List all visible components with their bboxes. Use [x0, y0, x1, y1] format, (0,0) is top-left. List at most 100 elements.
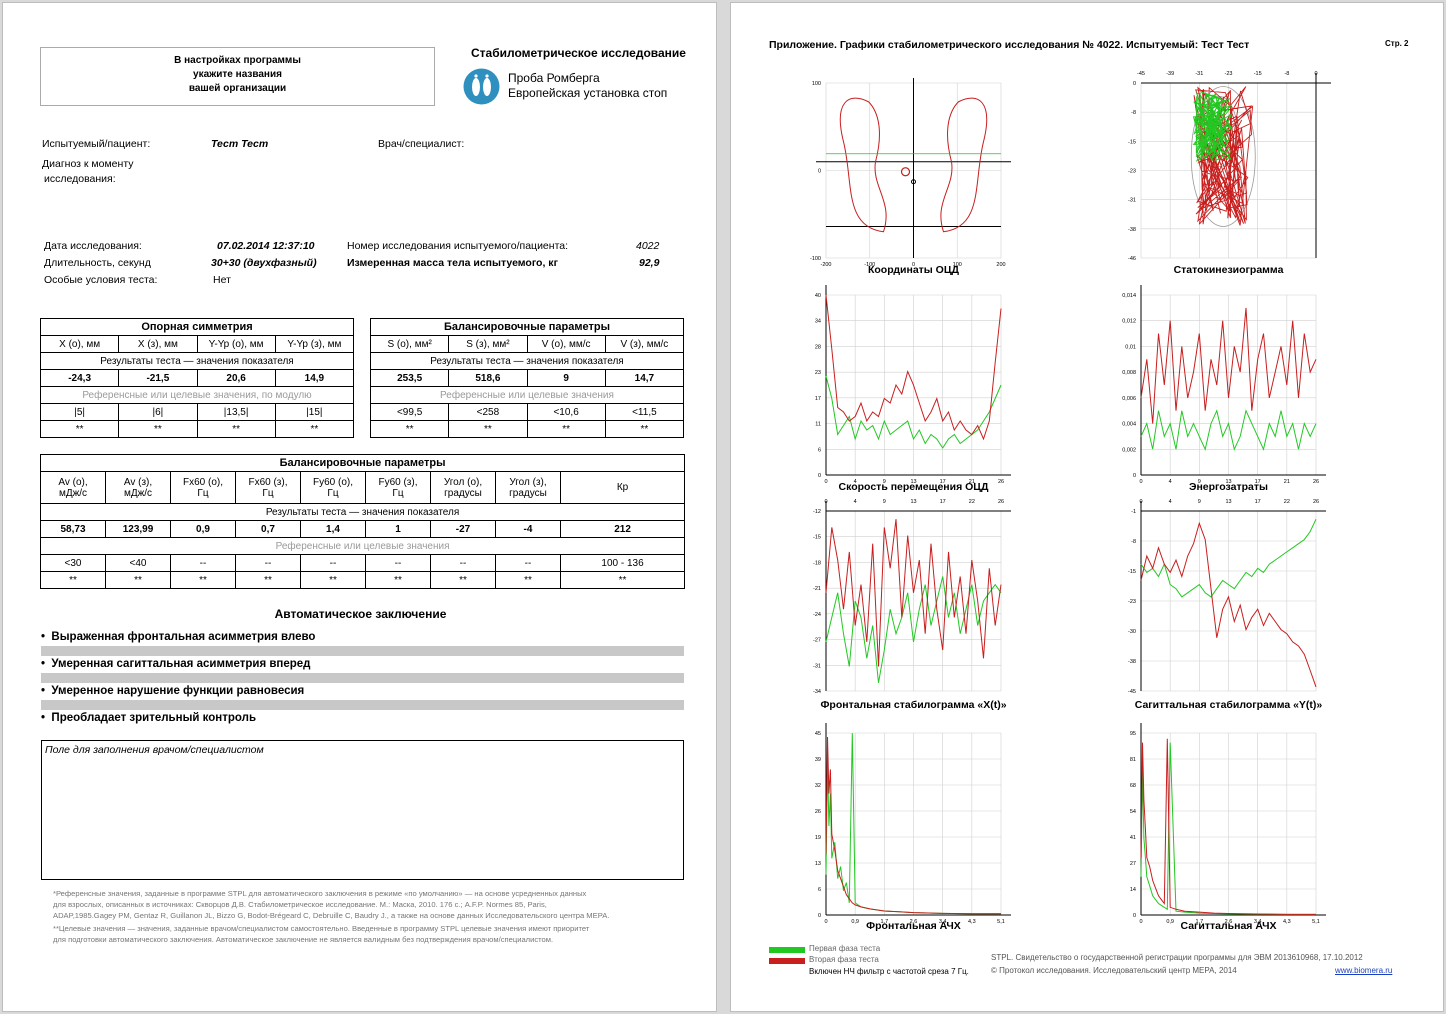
chart-panel	[1140, 285, 1326, 476]
y-tick-label: 0,012	[1122, 319, 1136, 325]
y-tick-label: 40	[815, 293, 821, 299]
result-cell: 0,9	[170, 520, 236, 538]
chart-panel	[1140, 723, 1326, 916]
y-tick-label: 23	[815, 370, 821, 376]
conditions-value: Нет	[213, 274, 231, 286]
diagnosis-label: Диагноз к моменту	[42, 158, 134, 170]
x-tick-label: 13	[910, 499, 916, 505]
ref-cell: --	[365, 554, 431, 572]
x-tick-label: 0,9	[1166, 919, 1174, 925]
x-tick-label: 200	[996, 262, 1005, 268]
mark-cell: **	[40, 571, 106, 589]
chart-title: Сагиттальная АЧХ	[1180, 920, 1276, 932]
footer-copyright: © Протокол исследования. Исследовательск…	[991, 966, 1237, 975]
ref-cell: <10,6	[526, 403, 606, 421]
x-tick-label: 0	[1139, 499, 1142, 505]
chart-panel	[825, 501, 1011, 692]
mark-cell: **	[526, 420, 606, 438]
website-link[interactable]: www.biomera.ru	[1335, 966, 1392, 975]
y-tick-label: 81	[1130, 757, 1136, 763]
y-tick-label: 0	[818, 473, 821, 479]
right-foot-outline	[940, 97, 988, 233]
y-tick-label: 39	[815, 757, 821, 763]
ref-cell: 100 - 136	[559, 554, 686, 572]
mass-value: 92,9	[639, 257, 660, 269]
results-label: Результаты теста — значения показателя	[370, 352, 684, 370]
ref-cell: --	[300, 554, 366, 572]
conclusion-text: Выраженная фронтальная асимметрия влево	[51, 631, 316, 643]
col-header: Угол (о), градусы	[430, 471, 496, 504]
y-tick-label: 0	[1133, 473, 1136, 479]
y-tick-label: -38	[1128, 659, 1136, 665]
ref-cell: --	[495, 554, 561, 572]
y-tick-label: -27	[813, 638, 821, 644]
y-tick-label: -15	[813, 535, 821, 541]
y-tick-label: 0,004	[1122, 422, 1136, 428]
result-cell: 0,7	[235, 520, 301, 538]
result-cell: 518,6	[448, 369, 528, 387]
y-tick-label: 95	[1130, 731, 1136, 737]
y-tick-label: -18	[813, 560, 821, 566]
col-header: Fx60 (о), Гц	[170, 471, 236, 504]
mark-cell: **	[170, 571, 236, 589]
ref-cell: --	[430, 554, 496, 572]
conclusion-title: Автоматическое заключение	[274, 607, 447, 621]
result-cell: 1	[365, 520, 431, 538]
y-tick-label: 14	[1130, 887, 1136, 893]
conclusion-text: Умеренная сагиттальная асимметрия вперед	[51, 658, 311, 670]
y-tick-label: -21	[813, 586, 821, 592]
x-tick-label: 0	[824, 919, 827, 925]
footnote-line: ADAP,1985.Gagey PM, Gentaz R, Guillanon …	[53, 911, 610, 920]
conclusion-item: • Выраженная фронтальная асимметрия влев…	[41, 631, 316, 643]
y-tick-label: 26	[815, 809, 821, 815]
left-foot-outline	[839, 97, 887, 233]
mark-cell: **	[495, 571, 561, 589]
chart-panel	[1140, 73, 1331, 259]
conclusion-text: Умеренное нарушение функции равновесия	[51, 685, 305, 697]
y-tick-label: -8	[1131, 539, 1136, 545]
org-line: вашей организации	[188, 83, 287, 94]
col-header: X (о), мм	[39, 335, 120, 353]
x-tick-label: 9	[883, 499, 886, 505]
x-tick-label: 5,1	[1312, 919, 1320, 925]
mark-cell: **	[274, 420, 355, 438]
ref-cell: |6|	[118, 403, 198, 421]
result-cell: 212	[559, 520, 686, 538]
duration-label: Длительность, секунд	[44, 257, 151, 269]
mark-cell: **	[105, 571, 171, 589]
study-number-label: Номер исследования испытуемого/пациента:	[347, 240, 569, 252]
col-header: V (з), мм/с	[604, 335, 685, 353]
y-tick-label: -38	[1128, 227, 1136, 233]
x-tick-label: 4,3	[968, 919, 976, 925]
y-tick-label: 27	[1130, 861, 1136, 867]
x-tick-label: -45	[1137, 71, 1145, 77]
x-tick-label: 26	[998, 499, 1004, 505]
table-title: Балансировочные параметры	[370, 318, 684, 336]
x-tick-label: 0	[1139, 919, 1142, 925]
y-tick-label: -23	[1128, 169, 1136, 175]
report-page-2: Приложение. Графики стабилометрического …	[730, 2, 1444, 1012]
result-cell: -24,3	[39, 369, 120, 387]
chart-panel	[825, 285, 1011, 476]
chart-title: Сагиттальная стабилограмма «Y(t)»	[1135, 699, 1323, 711]
y-tick-label: 68	[1130, 783, 1136, 789]
date-label: Дата исследования:	[44, 240, 142, 252]
legend-phase1-label: Первая фаза теста	[809, 944, 881, 953]
y-tick-label: 45	[815, 731, 821, 737]
y-tick-label: -45	[1128, 689, 1136, 695]
filter-note: Включен НЧ фильтр с частотой среза 7 Гц.	[809, 967, 969, 976]
result-cell: 14,7	[604, 369, 685, 387]
ref-cell: <11,5	[604, 403, 685, 421]
x-tick-label: 4	[1169, 499, 1172, 505]
col-header: Av (з), мДж/с	[105, 471, 171, 504]
y-tick-label: 0,014	[1122, 293, 1136, 299]
result-cell: 1,4	[300, 520, 366, 538]
x-tick-label: 26	[1313, 499, 1319, 505]
chart-title: Статокинезиограмма	[1174, 264, 1284, 276]
col-header: S (о), мм²	[369, 335, 450, 353]
y-tick-label: 0	[818, 169, 821, 175]
doctor-notes-field[interactable]: Поле для заполнения врачом/специалистом	[41, 740, 684, 880]
y-tick-label: 0,008	[1122, 370, 1136, 376]
x-tick-label: 26	[1313, 479, 1319, 485]
x-tick-label: 17	[1255, 499, 1261, 505]
